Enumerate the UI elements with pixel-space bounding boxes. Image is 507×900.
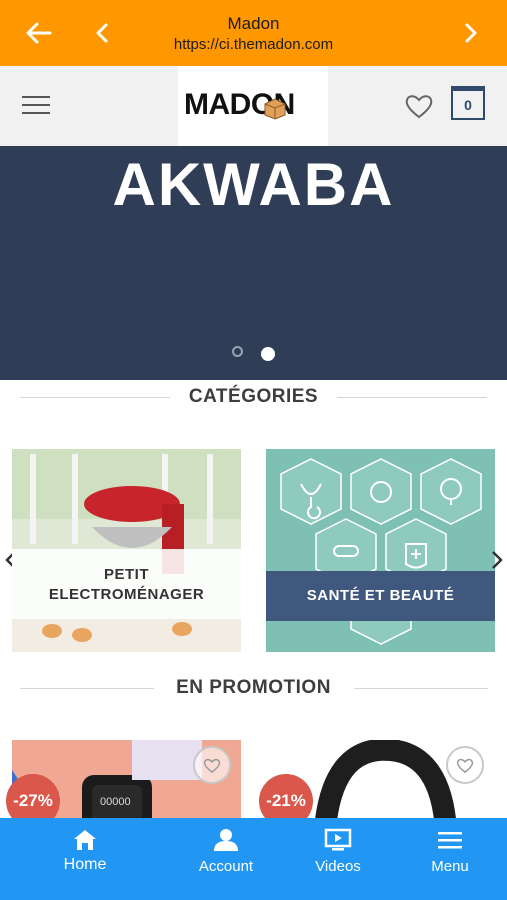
page-url: https://ci.themadon.com [173, 36, 334, 53]
site-header: MADON 0 [0, 66, 507, 146]
video-icon [324, 828, 352, 851]
logo-container[interactable]: MADON [178, 66, 328, 146]
category-label-line1: PETIT [103, 566, 149, 583]
add-to-wishlist-button[interactable] [193, 746, 231, 784]
wishlist-heart-icon[interactable] [404, 92, 434, 120]
tab-home[interactable]: Home [35, 818, 135, 900]
category-card-sante-et-beaute[interactable]: SANTÉ ET BEAUTÉ [266, 449, 495, 652]
health-hexagon-image [266, 449, 495, 652]
tab-menu[interactable]: Menu [400, 818, 500, 900]
carousel-dot-2-active[interactable] [261, 347, 275, 361]
user-icon [214, 829, 238, 851]
carousel-dot-1[interactable] [232, 346, 243, 357]
hero-banner[interactable]: AKWABA [0, 146, 507, 380]
heart-icon [456, 758, 474, 774]
tab-label: Videos [315, 858, 361, 875]
chevron-right-icon[interactable] [457, 18, 485, 48]
page-title: Madon [227, 14, 280, 33]
bottom-nav: Home Account Videos Menu [0, 818, 507, 900]
divider [354, 688, 488, 689]
category-label: PETIT ELECTROMÉNAGER [12, 549, 241, 619]
tab-label: Account [198, 858, 254, 875]
category-card-petit-electromenager[interactable]: PETIT ELECTROMÉNAGER [12, 449, 241, 652]
heart-icon [203, 758, 221, 774]
tab-account[interactable]: Account [176, 818, 276, 900]
divider [337, 397, 487, 398]
svg-text:00000: 00000 [100, 796, 131, 808]
carousel-next-icon[interactable] [490, 549, 504, 571]
tab-label: Home [63, 856, 107, 873]
box-logo-icon [264, 98, 286, 120]
category-label-line2: ELECTROMÉNAGER [48, 586, 205, 603]
cart-count: 0 [464, 97, 472, 113]
tab-label: Menu [431, 858, 469, 875]
home-icon [74, 830, 96, 850]
hamburger-menu-icon[interactable] [22, 96, 50, 116]
menu-icon [438, 832, 462, 849]
add-to-wishlist-button[interactable] [446, 746, 484, 784]
top-bar: Madon https://ci.themadon.com [0, 0, 507, 66]
cart-button[interactable]: 0 [451, 86, 485, 120]
tab-videos[interactable]: Videos [288, 818, 388, 900]
category-label: SANTÉ ET BEAUTÉ [266, 571, 495, 621]
hero-text: AKWABA [112, 151, 395, 218]
